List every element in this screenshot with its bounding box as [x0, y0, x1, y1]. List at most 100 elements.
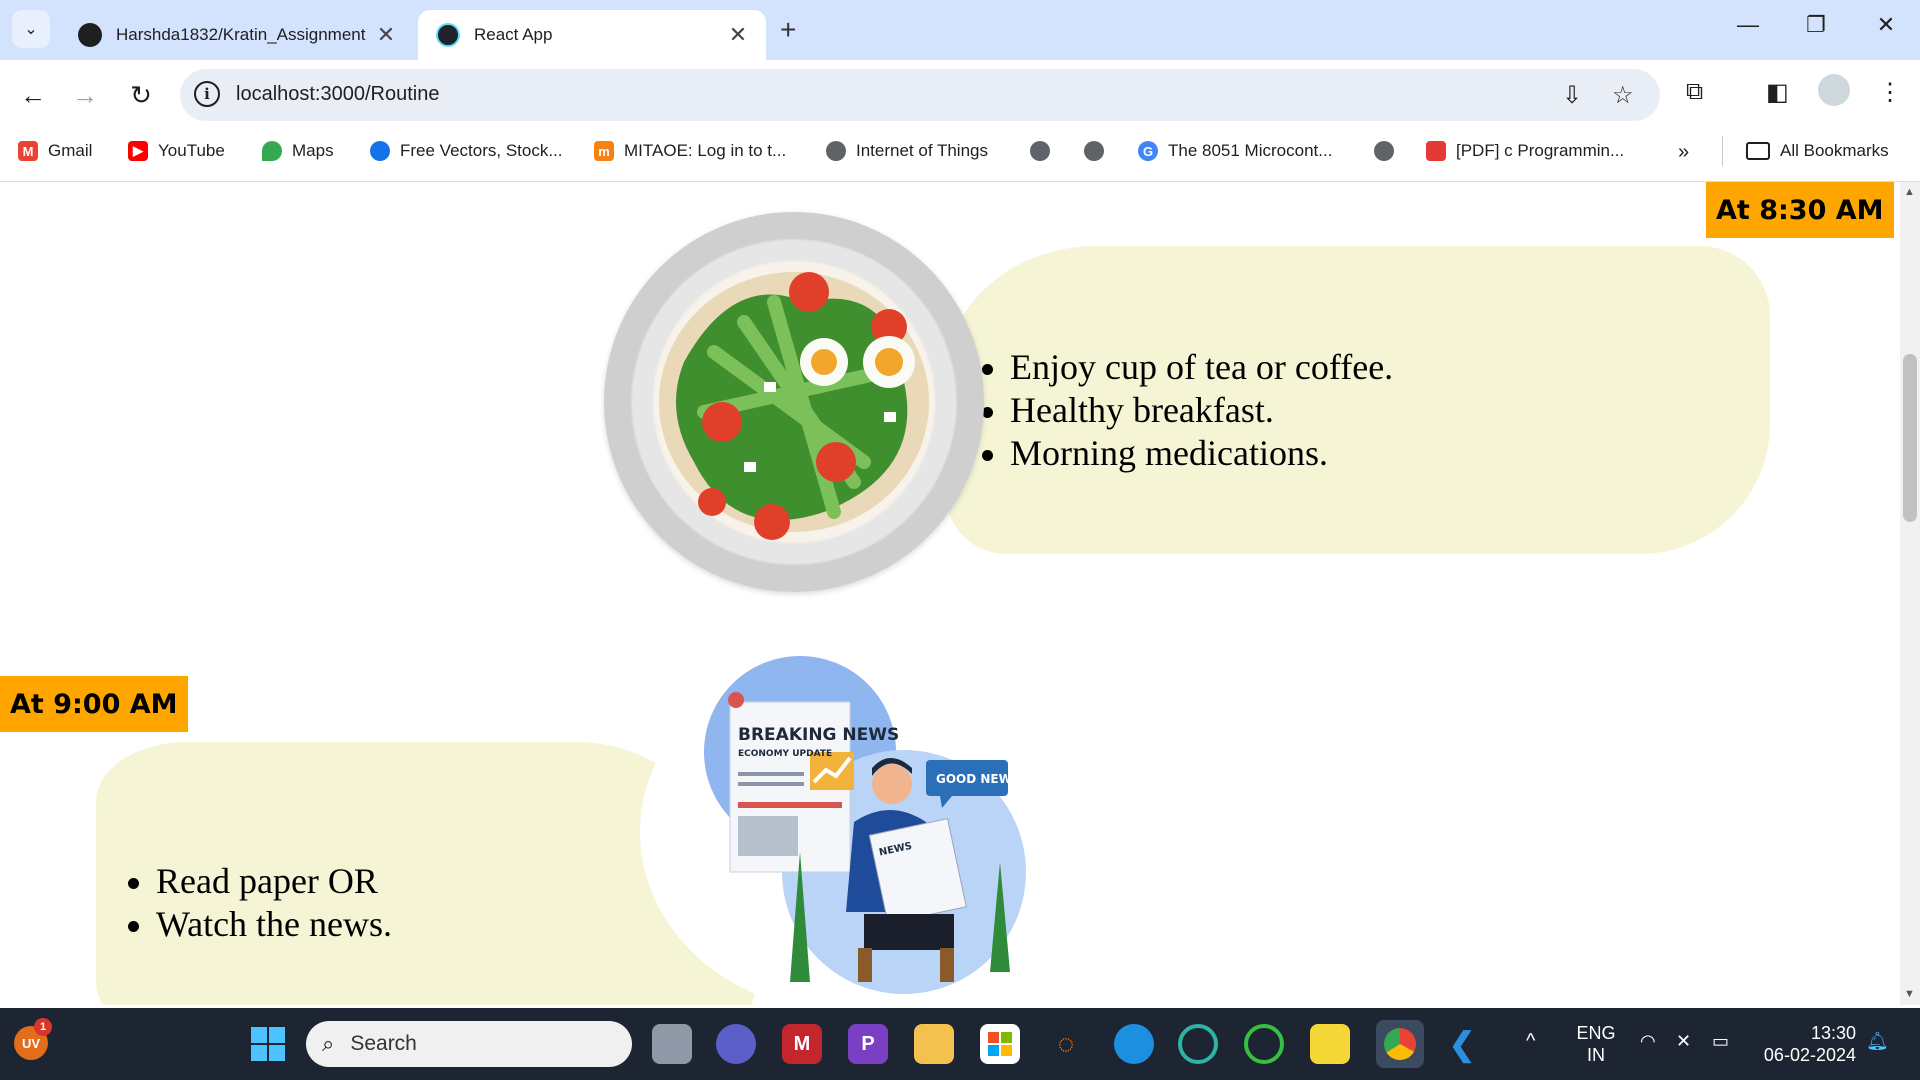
- bookmarks-divider: [1722, 136, 1723, 166]
- more-bookmarks-chevron-icon[interactable]: »: [1678, 141, 1689, 164]
- bookmark-globe-2[interactable]: [1084, 141, 1114, 161]
- gmail-icon: M: [18, 141, 38, 161]
- back-arrow-icon[interactable]: ←: [13, 75, 53, 115]
- bookmark-8051[interactable]: G The 8051 Microcont...: [1138, 141, 1332, 161]
- edge-icon[interactable]: [1178, 1024, 1218, 1064]
- reading-news-image: BREAKING NEWS ECONOMY UPDATE GOOD NEWS N…: [640, 652, 1050, 1005]
- bookmark-label: Internet of Things: [856, 141, 988, 160]
- restore-icon[interactable]: ❐: [1796, 12, 1836, 38]
- all-bookmarks[interactable]: All Bookmarks: [1746, 141, 1889, 161]
- salad-illustration: [659, 272, 929, 540]
- task-view-icon[interactable]: [652, 1024, 692, 1064]
- file-explorer-icon[interactable]: [914, 1024, 954, 1064]
- react-icon: [436, 23, 460, 47]
- scroll-up-arrow-icon[interactable]: ▲: [1904, 186, 1915, 198]
- time-badge-830: At 8:30 AM: [1706, 182, 1894, 238]
- bookmark-mitaoe[interactable]: m MITAOE: Log in to t...: [594, 141, 786, 161]
- show-hidden-icons-chevron-icon[interactable]: ^: [1526, 1030, 1535, 1052]
- bookmark-label: Maps: [292, 141, 334, 160]
- browser-titlebar: ⌄ Harshda1832/Kratin_Assignment ✕ React …: [0, 0, 1920, 60]
- list-item: Morning medications.: [980, 432, 1393, 475]
- minimize-icon[interactable]: —: [1728, 12, 1768, 38]
- site-info-icon[interactable]: i: [194, 81, 220, 107]
- bookmark-gmail[interactable]: M Gmail: [18, 141, 92, 161]
- bookmark-c-programming[interactable]: [PDF] c Programmin...: [1426, 141, 1624, 161]
- chat-app-icon[interactable]: [716, 1024, 756, 1064]
- weather-icon[interactable]: [1114, 1024, 1154, 1064]
- jupyter-icon[interactable]: ◌: [1046, 1024, 1086, 1064]
- bookmark-iot[interactable]: Internet of Things: [826, 141, 988, 161]
- page-viewport: At 8:30 AM Enjoy cup of tea or coffee. H…: [0, 182, 1900, 1005]
- windows-taskbar: UV 1 ⌕ Search M P ◌ ❮ ^ ENG IN ◠ ✕ ▭ 13:…: [0, 1008, 1920, 1080]
- maps-icon: [262, 141, 282, 161]
- globe-icon: [1030, 141, 1050, 161]
- windows-start-icon[interactable]: [248, 1024, 288, 1064]
- extensions-puzzle-icon[interactable]: ⧉: [1686, 78, 1703, 106]
- bookmark-maps[interactable]: Maps: [262, 141, 334, 161]
- install-app-icon[interactable]: ⇩: [1562, 81, 1582, 110]
- bookmark-freepik[interactable]: Free Vectors, Stock...: [370, 141, 563, 161]
- bookmark-label: MITAOE: Log in to t...: [624, 141, 787, 160]
- vscode-icon[interactable]: ❮: [1442, 1024, 1482, 1064]
- language-indicator[interactable]: ENG IN: [1576, 1022, 1616, 1066]
- reload-icon[interactable]: ↻: [121, 75, 161, 115]
- bookmark-youtube[interactable]: ▶ YouTube: [128, 141, 225, 161]
- bookmark-label: Free Vectors, Stock...: [400, 141, 563, 160]
- scrollbar-thumb[interactable]: [1903, 354, 1917, 522]
- bookmark-label: [PDF] c Programmin...: [1456, 141, 1625, 160]
- breaking-news-text: BREAKING NEWS: [738, 725, 899, 745]
- notification-count-badge: 1: [34, 1018, 52, 1036]
- clock-date: 06-02-2024: [1763, 1045, 1856, 1065]
- side-panel-icon[interactable]: ◧: [1766, 78, 1789, 107]
- bookmark-label: Gmail: [48, 141, 93, 160]
- taskbar-search-label: Search: [350, 1032, 417, 1055]
- address-bar-url[interactable]: localhost:3000/Routine: [236, 83, 439, 106]
- tab-title: Harshda1832/Kratin_Assignment: [116, 25, 366, 44]
- tab-github[interactable]: Harshda1832/Kratin_Assignment ✕: [60, 10, 414, 60]
- bookmark-globe-3[interactable]: [1374, 141, 1404, 161]
- globe-icon: [1084, 141, 1104, 161]
- close-tab-icon[interactable]: ✕: [726, 22, 750, 48]
- more-menu-icon[interactable]: ⋮: [1878, 78, 1902, 107]
- chrome-icon[interactable]: [1376, 1020, 1424, 1068]
- bookmarks-bar: M Gmail ▶ YouTube Maps Free Vectors, Sto…: [0, 130, 1920, 174]
- routine-bubble-830: Enjoy cup of tea or coffee. Healthy brea…: [946, 246, 1770, 554]
- close-tab-icon[interactable]: ✕: [374, 22, 398, 48]
- pdf-bookmark-icon: [1426, 141, 1446, 161]
- antivirus-icon[interactable]: M: [782, 1024, 822, 1064]
- economy-update-text: ECONOMY UPDATE: [738, 749, 832, 759]
- folder-icon: [1746, 142, 1770, 160]
- clock-time: 13:30: [1810, 1023, 1856, 1043]
- all-bookmarks-label: All Bookmarks: [1780, 141, 1889, 160]
- sticky-notes-icon[interactable]: [1310, 1024, 1350, 1064]
- news-reader-illustration: BREAKING NEWS ECONOMY UPDATE GOOD NEWS N…: [704, 656, 1026, 994]
- app-ring-icon[interactable]: [1244, 1024, 1284, 1064]
- bookmark-label: YouTube: [158, 141, 225, 160]
- user-initials: UV: [21, 1035, 41, 1051]
- tab-title: React App: [474, 25, 553, 44]
- list-item: Healthy breakfast.: [980, 389, 1393, 432]
- bookmark-star-icon[interactable]: ☆: [1612, 81, 1634, 110]
- address-bar[interactable]: i localhost:3000/Routine ⇩ ☆: [180, 69, 1660, 121]
- page-scrollbar[interactable]: ▲ ▼: [1900, 182, 1920, 1005]
- routine-list-830: Enjoy cup of tea or coffee. Healthy brea…: [980, 346, 1393, 475]
- pycharm-icon[interactable]: P: [848, 1024, 888, 1064]
- wifi-icon[interactable]: ◠: [1640, 1030, 1656, 1052]
- battery-icon[interactable]: ▭: [1712, 1030, 1729, 1052]
- bookmark-globe-1[interactable]: [1030, 141, 1060, 161]
- microsoft-store-icon[interactable]: [980, 1024, 1020, 1064]
- close-window-icon[interactable]: ✕: [1866, 12, 1906, 38]
- new-tab-plus-icon[interactable]: +: [780, 14, 796, 46]
- notification-bell-icon[interactable]: 🔔︎: [1866, 1030, 1889, 1052]
- clock[interactable]: 13:30 06-02-2024: [1756, 1022, 1856, 1066]
- speaker-muted-icon[interactable]: ✕: [1676, 1030, 1691, 1052]
- forward-arrow-icon[interactable]: →: [65, 75, 105, 115]
- profile-avatar-icon[interactable]: [1818, 74, 1850, 106]
- tab-react-app[interactable]: React App ✕: [418, 10, 766, 60]
- globe-icon: [826, 141, 846, 161]
- youtube-icon: ▶: [128, 141, 148, 161]
- taskbar-search[interactable]: ⌕ Search: [306, 1021, 632, 1067]
- globe-icon: [1374, 141, 1394, 161]
- scroll-down-arrow-icon[interactable]: ▼: [1904, 988, 1915, 1000]
- tab-search-chevron-icon[interactable]: ⌄: [12, 10, 50, 48]
